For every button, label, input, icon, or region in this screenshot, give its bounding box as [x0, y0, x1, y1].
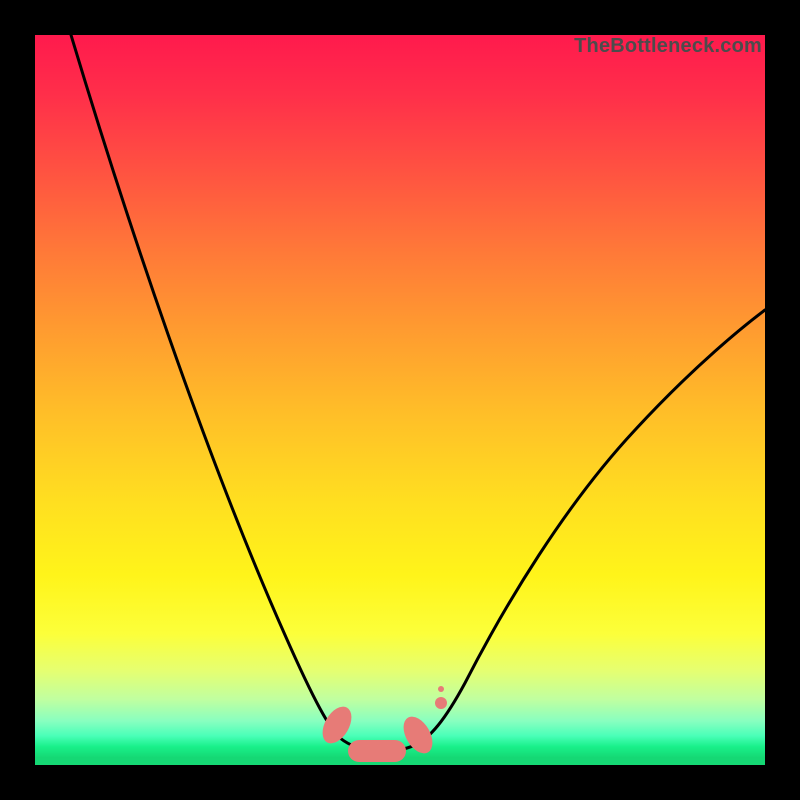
- bottleneck-curve: [35, 35, 765, 765]
- marker-b: [348, 740, 406, 762]
- marker-d-dot: [438, 686, 444, 692]
- marker-a: [317, 702, 358, 749]
- curve-path: [71, 35, 765, 750]
- watermark-text: TheBottleneck.com: [574, 35, 762, 58]
- marker-d: [435, 697, 447, 709]
- chart-frame: TheBottleneck.com: [0, 0, 800, 800]
- curve-markers: [317, 686, 447, 762]
- plot-area: [35, 35, 765, 765]
